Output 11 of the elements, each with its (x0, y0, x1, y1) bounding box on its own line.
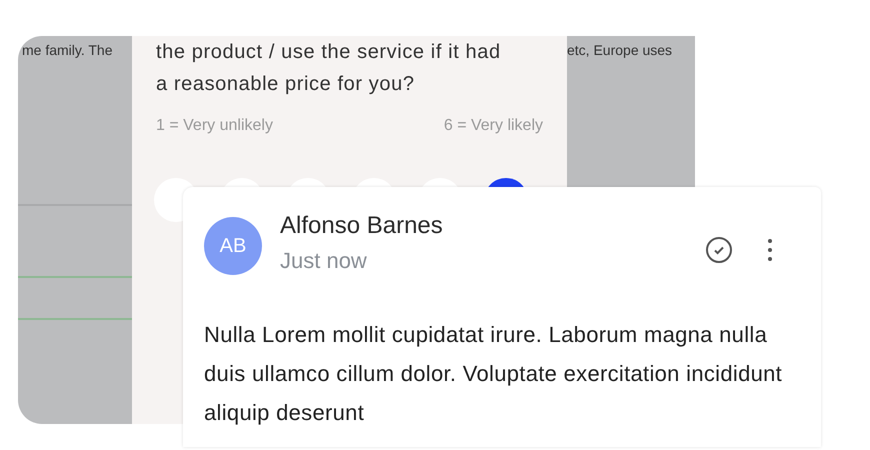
comment-time: Just now (280, 247, 368, 275)
page-text: me family. The (22, 41, 113, 60)
scale-max-label: 6 = Very likely (444, 116, 543, 136)
page-text: etc, Europe uses (567, 41, 672, 60)
author-name: Alfonso Barnes (280, 211, 443, 241)
comment-body: Nulla Lorem mollit cupidatat irure. Laborum magna nulla duis ullamco cillum dolor. Voluptate exercitation incididunt aliquip deserunt (204, 321, 784, 427)
survey-question: the product / use the service if it had a reasonable price for you? (156, 40, 502, 97)
scale-min-label: 1 = Very unlikely (156, 116, 273, 136)
avatar: AB (204, 217, 262, 275)
more-options-icon[interactable] (766, 237, 774, 263)
resolve-icon[interactable] (706, 237, 732, 263)
